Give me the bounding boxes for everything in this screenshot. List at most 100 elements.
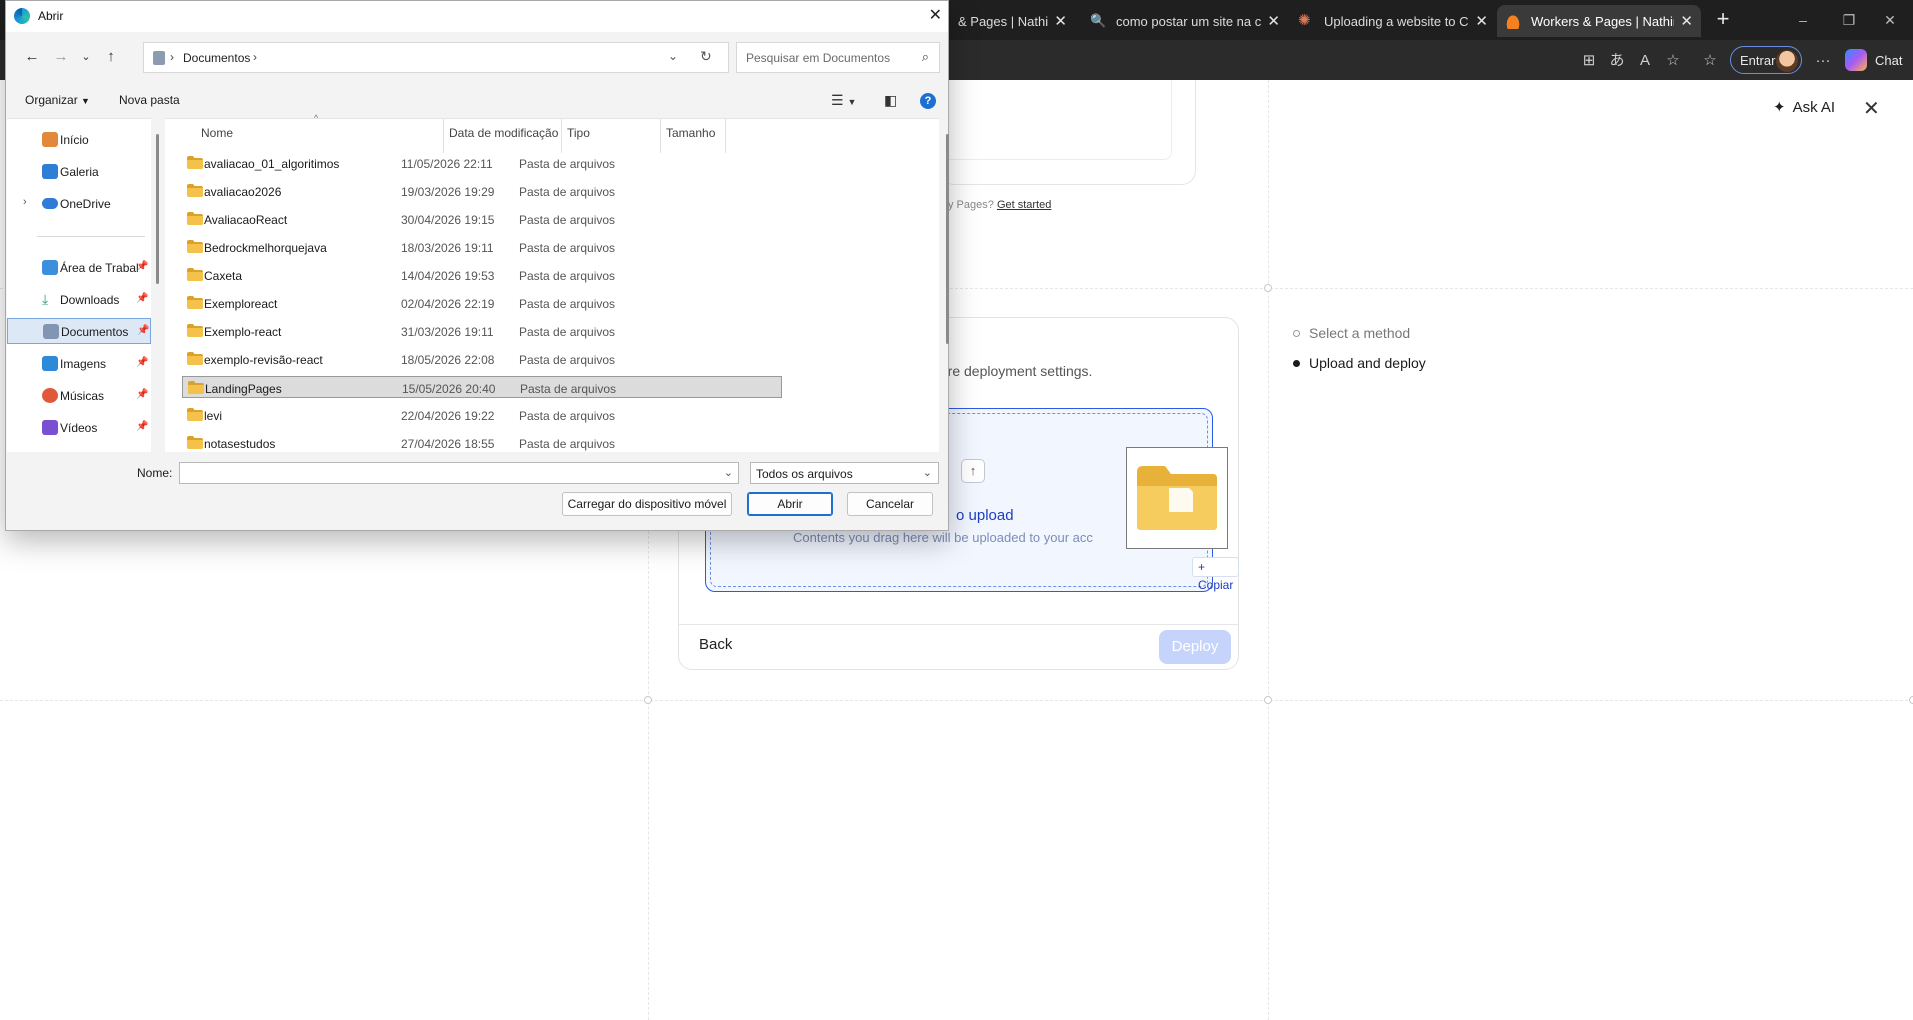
favorite-star-icon[interactable]: ☆: [1662, 50, 1684, 72]
claude-icon: ✺: [1298, 12, 1311, 29]
help-icon[interactable]: ?: [920, 93, 936, 109]
nav-label: Documentos: [61, 325, 129, 339]
upload-from-mobile-button[interactable]: Carregar do dispositivo móvel: [562, 492, 732, 516]
file-row[interactable]: avaliacao_01_algoritimos 11/05/2026 22:11…: [182, 152, 782, 174]
file-row[interactable]: levi 22/04/2026 19:22 Pasta de arquivos: [182, 404, 782, 426]
preview-pane-icon[interactable]: ◧: [884, 92, 897, 109]
window-close-button[interactable]: ✕: [1867, 0, 1913, 40]
close-icon[interactable]: ✕: [1267, 12, 1280, 30]
file-row[interactable]: notasestudos 27/04/2026 18:55 Pasta de arq…: [182, 432, 782, 454]
filename-input[interactable]: ⌄: [179, 462, 739, 484]
nav-item-onedrive[interactable]: › OneDrive: [7, 191, 151, 217]
back-arrow-icon[interactable]: ←: [20, 46, 44, 68]
nav-label: OneDrive: [60, 197, 111, 211]
file-row[interactable]: avaliacao2026 19/03/2026 19:29 Pasta de ar…: [182, 180, 782, 202]
open-button[interactable]: Abrir: [747, 492, 833, 516]
file-date: 18/05/2026 22:08: [401, 353, 495, 367]
tab-workers-pages[interactable]: & Pages | Nathiman ✕: [950, 5, 1075, 37]
resize-handle[interactable]: [1264, 284, 1272, 292]
nav-item-imagens[interactable]: Imagens 📌: [7, 351, 151, 377]
search-input[interactable]: Pesquisar em Documentos ⌕: [736, 42, 940, 73]
nav-label: Vídeos: [60, 421, 98, 435]
copilot-chat-button[interactable]: Chat: [1845, 46, 1902, 74]
file-row[interactable]: LandingPages 15/05/2026 20:40 Pasta de arq…: [182, 376, 782, 398]
column-divider[interactable]: [660, 119, 661, 153]
column-size[interactable]: Tamanho: [666, 126, 715, 140]
column-divider[interactable]: [561, 119, 562, 153]
chevron-right-icon[interactable]: ›: [23, 196, 27, 208]
close-icon[interactable]: ✕: [1680, 12, 1693, 30]
file-type: Pasta de arquivos: [519, 325, 616, 339]
search-icon: 🔍: [1090, 13, 1107, 28]
signin-label: Entrar: [1740, 52, 1776, 68]
organize-menu[interactable]: Organizar ▼: [25, 93, 90, 107]
chevron-down-icon: ⌄: [922, 467, 932, 479]
translate-icon[interactable]: あ: [1606, 50, 1628, 72]
pin-icon: 📌: [136, 421, 149, 432]
column-name[interactable]: Nome: [201, 126, 233, 140]
up-arrow-icon[interactable]: ↑: [99, 46, 123, 68]
scrollbar[interactable]: [156, 134, 159, 284]
scrollbar[interactable]: [946, 134, 949, 344]
nav-item-musicas[interactable]: Músicas 📌: [7, 383, 151, 409]
breadcrumb[interactable]: › Documentos › ⌄ ↻: [143, 42, 729, 73]
nav-item-inicio[interactable]: Início: [7, 127, 151, 153]
cancel-button[interactable]: Cancelar: [847, 492, 933, 516]
home-icon: [42, 132, 58, 147]
step-upload-deploy: Upload and deploy: [1293, 355, 1426, 371]
file-type-select[interactable]: Todos os arquivos ⌄: [750, 462, 939, 484]
forward-arrow-icon[interactable]: →: [49, 46, 73, 68]
column-divider[interactable]: [725, 119, 726, 153]
nav-item-documentos[interactable]: Documentos 📌: [7, 318, 151, 344]
ask-ai-button[interactable]: ✦ Ask AI: [1773, 98, 1835, 117]
resize-handle[interactable]: [1264, 696, 1272, 704]
file-row[interactable]: Bedrockmelhorquejava 18/03/2026 19:11 Past…: [182, 236, 782, 258]
folder-icon: [187, 268, 203, 281]
nav-item-desktop[interactable]: Área de Trabalho 📌: [7, 255, 151, 281]
tab-search[interactable]: 🔍 como postar um site na clou ✕: [1082, 5, 1288, 37]
chevron-down-icon[interactable]: ⌄: [724, 466, 733, 479]
get-started-link[interactable]: Get started: [997, 199, 1051, 211]
view-options-icon[interactable]: ☰ ▼: [831, 92, 856, 109]
resize-handle[interactable]: [644, 696, 652, 704]
close-icon[interactable]: ✕: [929, 5, 942, 25]
new-tab-button[interactable]: +: [1708, 6, 1738, 34]
download-icon: ⤓: [42, 291, 49, 307]
tab-uploading[interactable]: ✺ Uploading a website to Clou ✕: [1290, 5, 1496, 37]
close-icon[interactable]: ✕: [1475, 12, 1488, 30]
column-type[interactable]: Tipo: [567, 126, 590, 140]
file-row[interactable]: Exemplo-react 31/03/2026 19:11 Pasta de ar…: [182, 320, 782, 342]
tab-workers-pages-active[interactable]: Workers & Pages | Nathiman ✕: [1497, 5, 1701, 37]
file-row[interactable]: exemplo-revisão-react 18/05/2026 22:08 Pas…: [182, 348, 782, 370]
deploy-button[interactable]: Deploy: [1159, 630, 1231, 664]
file-date: 30/04/2026 19:15: [401, 213, 495, 227]
column-date[interactable]: Data de modificação: [449, 126, 558, 140]
file-row[interactable]: Caxeta 14/04/2026 19:53 Pasta de arquivos: [182, 264, 782, 286]
column-divider[interactable]: [443, 119, 444, 153]
restore-button[interactable]: ❐: [1826, 0, 1872, 40]
refresh-icon[interactable]: ↻: [700, 48, 712, 65]
favorites-icon[interactable]: ☆: [1699, 50, 1721, 72]
close-icon[interactable]: ✕: [1863, 96, 1880, 121]
more-icon[interactable]: ···: [1812, 50, 1834, 72]
read-aloud-icon[interactable]: A: [1634, 50, 1656, 72]
nav-label: Músicas: [60, 389, 105, 403]
edge-icon: [14, 8, 30, 24]
new-folder-button[interactable]: Nova pasta: [119, 93, 180, 107]
resize-handle[interactable]: [1909, 696, 1913, 704]
breadcrumb-documentos[interactable]: Documentos: [183, 51, 250, 65]
chevron-down-icon[interactable]: ⌄: [668, 49, 678, 63]
signin-button[interactable]: Entrar: [1730, 46, 1802, 74]
guide-line: [0, 700, 1913, 701]
nav-item-videos[interactable]: Vídeos 📌: [7, 415, 151, 441]
file-name: notasestudos: [204, 437, 276, 451]
close-icon[interactable]: ✕: [1054, 12, 1067, 30]
apps-icon[interactable]: ⊞: [1578, 50, 1600, 72]
back-button[interactable]: Back: [699, 636, 732, 653]
recent-locations-icon[interactable]: ⌄: [74, 46, 98, 68]
nav-item-downloads[interactable]: ⤓ Downloads 📌: [7, 287, 151, 313]
nav-item-galeria[interactable]: Galeria: [7, 159, 151, 185]
file-row[interactable]: Exemploreact 02/04/2026 22:19 Pasta de arq…: [182, 292, 782, 314]
minimize-button[interactable]: –: [1780, 0, 1826, 40]
file-row[interactable]: AvaliacaoReact 30/04/2026 19:15 Pasta de a…: [182, 208, 782, 230]
